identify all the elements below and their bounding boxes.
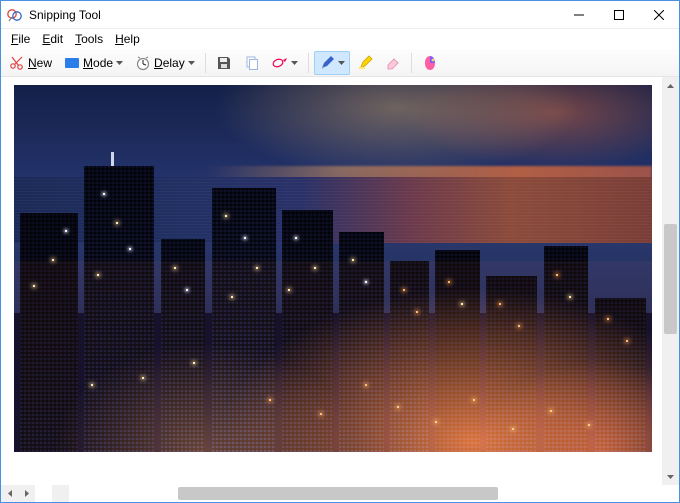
toolbar: New Mode Delay bbox=[1, 49, 679, 77]
scroll-up-button[interactable] bbox=[662, 77, 679, 94]
chevron-down-icon bbox=[188, 61, 195, 65]
scroll-thumb[interactable] bbox=[664, 224, 677, 334]
menu-edit[interactable]: Edit bbox=[36, 31, 69, 47]
new-snip-button[interactable]: New bbox=[4, 51, 57, 75]
content-area bbox=[1, 77, 679, 485]
pen-icon bbox=[319, 55, 335, 71]
copy-icon bbox=[244, 55, 260, 71]
menu-help[interactable]: Help bbox=[109, 31, 146, 47]
chevron-down-icon bbox=[291, 61, 298, 65]
window-controls bbox=[559, 1, 679, 29]
scissors-icon bbox=[9, 55, 25, 71]
menu-tools[interactable]: Tools bbox=[69, 31, 109, 47]
send-button[interactable] bbox=[267, 51, 303, 75]
save-button[interactable] bbox=[211, 51, 237, 75]
minimize-button[interactable] bbox=[559, 1, 599, 29]
chevron-down-icon bbox=[338, 61, 345, 65]
eraser-icon bbox=[385, 55, 401, 71]
delay-dropdown[interactable]: Delay bbox=[130, 51, 200, 75]
scroll-right-button[interactable] bbox=[18, 485, 35, 502]
title-bar: Snipping Tool bbox=[1, 1, 679, 29]
scroll-down-button[interactable] bbox=[662, 468, 679, 485]
paint3d-icon bbox=[422, 55, 438, 71]
maximize-button[interactable] bbox=[599, 1, 639, 29]
menu-bar: File Edit Tools Help bbox=[1, 29, 679, 49]
mode-icon bbox=[64, 55, 80, 71]
highlighter-button[interactable] bbox=[352, 51, 378, 75]
horizontal-scrollbar[interactable] bbox=[1, 485, 35, 502]
captured-image bbox=[14, 85, 652, 452]
menu-file[interactable]: File bbox=[5, 31, 36, 47]
scroll-corner bbox=[52, 485, 69, 502]
pen-button[interactable] bbox=[314, 51, 350, 75]
paint3d-button[interactable] bbox=[417, 51, 443, 75]
chevron-down-icon bbox=[116, 61, 123, 65]
separator bbox=[205, 53, 206, 73]
separator bbox=[411, 53, 412, 73]
scroll-track[interactable] bbox=[662, 94, 679, 468]
copy-button[interactable] bbox=[239, 51, 265, 75]
mode-dropdown[interactable]: Mode bbox=[59, 51, 128, 75]
highlighter-icon bbox=[357, 55, 373, 71]
snip-canvas[interactable] bbox=[4, 80, 662, 482]
scroll-thumb[interactable] bbox=[178, 487, 498, 500]
save-icon bbox=[216, 55, 232, 71]
scroll-left-button[interactable] bbox=[1, 485, 18, 502]
separator bbox=[308, 53, 309, 73]
eraser-button[interactable] bbox=[380, 51, 406, 75]
window-title: Snipping Tool bbox=[29, 8, 101, 22]
close-button[interactable] bbox=[639, 1, 679, 29]
send-icon bbox=[272, 55, 288, 71]
clock-icon bbox=[135, 55, 151, 71]
vertical-scrollbar[interactable] bbox=[662, 77, 679, 485]
app-icon bbox=[7, 7, 23, 23]
